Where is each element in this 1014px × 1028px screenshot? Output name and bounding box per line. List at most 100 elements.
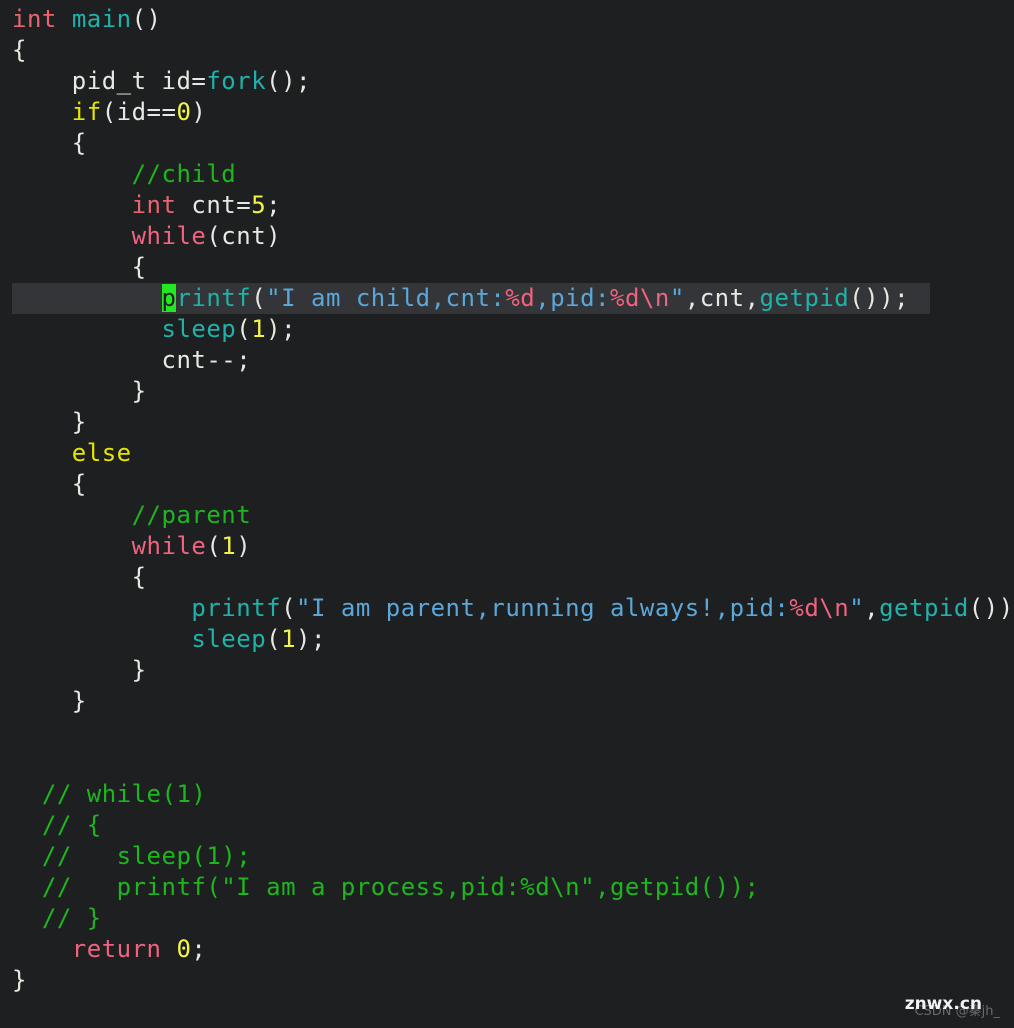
code-token: (	[251, 284, 267, 312]
code-editor[interactable]: int main(){ pid_t id=fork(); if(id==0) {…	[0, 0, 1014, 1028]
code-line[interactable]: {	[0, 252, 1014, 283]
code-token: "I am child,cnt:	[266, 284, 506, 312]
code-surface[interactable]: int main(){ pid_t id=fork(); if(id==0) {…	[0, 4, 1014, 996]
code-line[interactable]: //parent	[0, 500, 1014, 531]
code-line[interactable]: {	[0, 128, 1014, 159]
code-line[interactable]: else	[0, 438, 1014, 469]
code-token: //parent	[131, 501, 252, 529]
code-token: ,pid:	[535, 284, 610, 312]
code-token: {	[71, 470, 87, 498]
code-line[interactable]: printf("I am child,cnt:%d,pid:%d\n",cnt,…	[0, 283, 1014, 314]
code-line[interactable]: // }	[0, 903, 1014, 934]
text-cursor: p	[161, 284, 177, 312]
code-line[interactable]: }	[0, 407, 1014, 438]
line-highlight-right-gutter	[930, 283, 1014, 314]
code-token: printf	[191, 594, 282, 622]
code-line[interactable]: }	[0, 376, 1014, 407]
code-token: pid_t id=	[71, 67, 207, 95]
code-token: }	[131, 377, 147, 405]
code-line[interactable]: cnt--;	[0, 345, 1014, 376]
line-highlight-left-gutter	[0, 283, 12, 314]
code-token: }	[12, 966, 27, 994]
code-token: fork	[206, 67, 267, 95]
code-token: rintf	[176, 284, 252, 312]
code-token: sleep	[161, 315, 237, 343]
code-line[interactable]: //child	[0, 159, 1014, 190]
code-token: main	[71, 5, 132, 33]
code-token: int	[12, 5, 57, 33]
code-token: getpid	[759, 284, 850, 312]
code-token: (id==	[101, 98, 177, 126]
code-token: "	[669, 284, 685, 312]
code-line[interactable]: sleep(1);	[0, 624, 1014, 655]
code-token: %d	[610, 284, 640, 312]
code-token: );	[296, 625, 326, 653]
code-token: // }	[41, 904, 102, 932]
code-line[interactable]: // while(1)	[0, 779, 1014, 810]
code-token: \n	[819, 594, 850, 622]
code-line[interactable]: int main()	[0, 4, 1014, 35]
code-line[interactable]: sleep(1);	[0, 314, 1014, 345]
code-token: ());	[849, 284, 910, 312]
code-token: else	[71, 439, 132, 467]
code-line[interactable]: return 0;	[0, 934, 1014, 965]
code-line[interactable]: int cnt=5;	[0, 190, 1014, 221]
code-line[interactable]: // printf("I am a process,pid:%d\n",getp…	[0, 872, 1014, 903]
code-token: 1	[251, 315, 267, 343]
code-token: ;	[266, 191, 282, 219]
code-token: );	[266, 315, 297, 343]
code-line[interactable]: {	[0, 562, 1014, 593]
code-line[interactable]: // {	[0, 810, 1014, 841]
code-token: (	[206, 532, 222, 560]
code-token: }	[71, 687, 87, 715]
code-line[interactable]: }	[0, 686, 1014, 717]
code-token: // while(1)	[41, 780, 207, 808]
code-line[interactable]: pid_t id=fork();	[0, 66, 1014, 97]
code-token: if	[71, 98, 102, 126]
code-token: 1	[221, 532, 237, 560]
code-line[interactable]: }	[0, 655, 1014, 686]
code-line[interactable]: {	[0, 35, 1014, 66]
code-token: "	[849, 594, 865, 622]
code-token: // sleep(1);	[41, 842, 252, 870]
code-line[interactable]: while(1)	[0, 531, 1014, 562]
code-token: )	[236, 532, 252, 560]
code-token: 1	[281, 625, 297, 653]
watermark-primary-text: znwx.cn	[904, 994, 982, 1014]
code-line[interactable]: {	[0, 469, 1014, 500]
code-line[interactable]: }	[0, 965, 1014, 996]
code-token: %d	[789, 594, 820, 622]
code-token: cnt=	[176, 191, 252, 219]
code-line[interactable]: printf("I am parent,running always!,pid:…	[0, 593, 1014, 624]
code-token: //child	[131, 160, 237, 188]
code-token: return	[71, 935, 162, 963]
code-token: 0	[176, 98, 192, 126]
code-line[interactable]: if(id==0)	[0, 97, 1014, 128]
code-line[interactable]: // sleep(1);	[0, 841, 1014, 872]
code-line[interactable]	[0, 748, 1014, 779]
code-line[interactable]	[0, 717, 1014, 748]
code-token: // printf("I am a process,pid:%d\n",getp…	[41, 873, 760, 901]
code-token: ());	[968, 594, 1014, 622]
code-line[interactable]: while(cnt)	[0, 221, 1014, 252]
code-token: %d	[505, 284, 536, 312]
code-token: 5	[251, 191, 267, 219]
code-token: {	[131, 563, 147, 591]
